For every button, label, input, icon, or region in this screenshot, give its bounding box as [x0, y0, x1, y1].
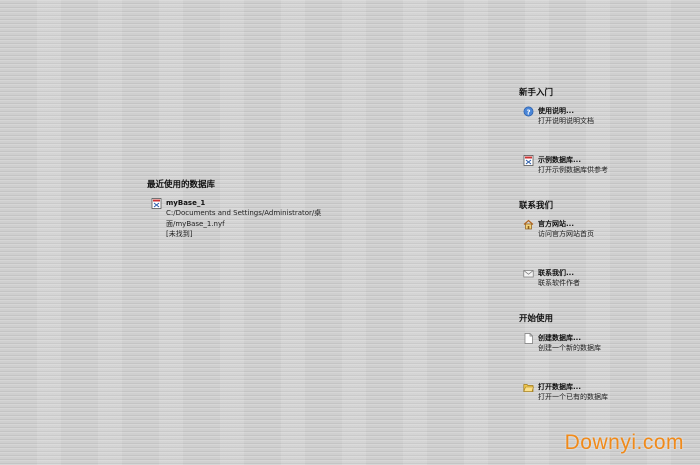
recent-databases-title: 最近使用的数据库: [147, 180, 216, 190]
open-database-desc: 打开一个已有的数据库: [538, 393, 608, 401]
official-website-link[interactable]: 官方网站... 访问官方网站首页: [523, 219, 594, 239]
recent-database-path-line1: C:/Documents and Settings/Administrator/…: [166, 209, 322, 217]
home-icon: [523, 219, 534, 230]
recent-database-status: [未找到]: [166, 230, 193, 238]
open-folder-icon: [523, 382, 534, 393]
recent-database-item[interactable]: myBase_1 C:/Documents and Settings/Admin…: [151, 198, 321, 240]
contact-author-desc: 联系软件作者: [538, 279, 580, 287]
recent-database-name[interactable]: myBase_1: [166, 198, 321, 208]
official-website-desc: 访问官方网站首页: [538, 230, 594, 238]
create-database-desc: 创建一个新的数据库: [538, 344, 601, 352]
help-icon: ?: [523, 106, 534, 117]
contact-author-link[interactable]: 联系我们... 联系软件作者: [523, 268, 580, 288]
mail-icon: [523, 268, 534, 279]
user-guide-link[interactable]: ? 使用说明... 打开说明说明文档: [523, 106, 594, 126]
getting-started-title: 新手入门: [519, 88, 554, 98]
recent-database-path-line2: 面/myBase_1.nyf: [166, 219, 225, 228]
official-website-label[interactable]: 官方网站...: [538, 219, 594, 229]
start-title: 开始使用: [519, 314, 554, 324]
create-database-label[interactable]: 创建数据库...: [538, 333, 601, 343]
svg-text:?: ?: [526, 108, 530, 116]
sample-database-icon: [523, 155, 534, 166]
database-file-icon: [151, 198, 162, 209]
user-guide-desc: 打开说明说明文档: [538, 117, 594, 125]
contact-title: 联系我们: [519, 201, 554, 211]
create-database-link[interactable]: 创建数据库... 创建一个新的数据库: [523, 333, 601, 353]
user-guide-label[interactable]: 使用说明...: [538, 106, 594, 116]
sample-database-link[interactable]: 示例数据库... 打开示例数据库供参考: [523, 155, 608, 175]
new-document-icon: [523, 333, 534, 344]
sample-database-label[interactable]: 示例数据库...: [538, 155, 608, 165]
contact-author-label[interactable]: 联系我们...: [538, 268, 580, 278]
open-database-link[interactable]: 打开数据库... 打开一个已有的数据库: [523, 382, 608, 402]
watermark: Downyi.com: [564, 431, 684, 454]
sample-database-desc: 打开示例数据库供参考: [538, 166, 608, 174]
open-database-label[interactable]: 打开数据库...: [538, 382, 608, 392]
